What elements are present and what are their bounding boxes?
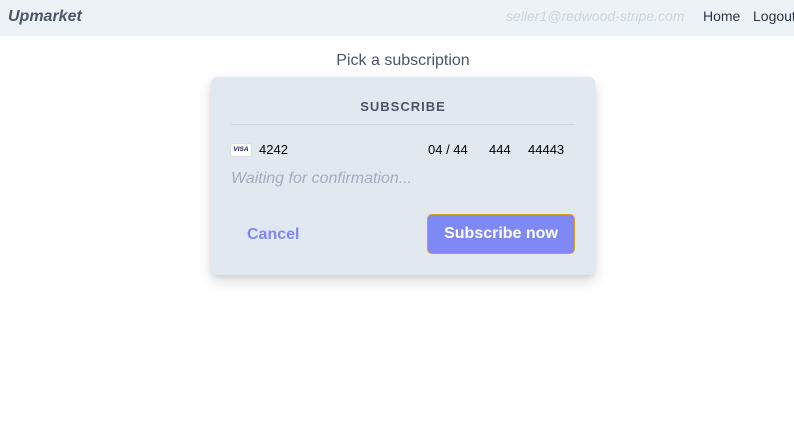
subscribe-now-button[interactable]: Subscribe now <box>427 214 575 254</box>
card-number-field[interactable]: 4242 <box>259 142 288 157</box>
dialog-divider <box>231 124 575 125</box>
card-expiry-field[interactable]: 04 / 44 <box>428 142 468 157</box>
status-message: Waiting for confirmation... <box>231 170 413 187</box>
card-input-row[interactable]: VISA 4242 04 / 44 444 44443 <box>231 141 575 159</box>
card-cvc-field[interactable]: 444 <box>489 142 511 157</box>
cancel-button[interactable]: Cancel <box>247 226 299 244</box>
brand-logo[interactable]: Upmarket <box>8 8 82 26</box>
visa-icon: VISA <box>231 144 251 156</box>
dialog-title: SUBSCRIBE <box>360 99 446 114</box>
subscribe-dialog: SUBSCRIBE VISA 4242 04 / 44 444 44443 Wa… <box>211 77 595 275</box>
visa-icon-text: VISA <box>233 146 249 153</box>
nav-home-link[interactable]: Home <box>703 8 740 24</box>
page-title: Pick a subscription <box>336 52 470 69</box>
nav-logout-link[interactable]: Logout <box>753 8 794 24</box>
user-email: seller1@redwood-stripe.com <box>506 8 685 24</box>
navbar: Upmarket seller1@redwood-stripe.com Home… <box>0 0 794 36</box>
card-zip-field[interactable]: 44443 <box>528 142 564 157</box>
